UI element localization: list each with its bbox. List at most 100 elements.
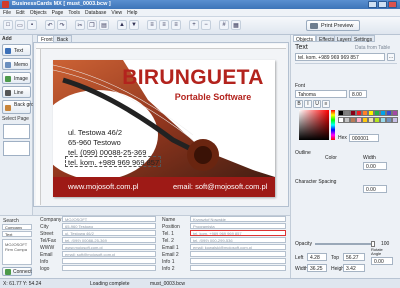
card-address-line[interactable]: 65-960 Testowo <box>68 138 121 147</box>
maximize-button[interactable] <box>378 1 387 8</box>
menu-view[interactable]: View <box>108 9 124 16</box>
menu-help[interactable]: Help <box>124 9 139 16</box>
add-image-button[interactable]: Image <box>2 72 31 84</box>
field-input[interactable]: Programista <box>190 223 286 229</box>
bold-icon[interactable]: B <box>295 100 303 108</box>
minimize-button[interactable] <box>368 1 377 8</box>
card-address-line[interactable]: ul. Testowa 46/2 <box>68 128 122 137</box>
menu-tools[interactable]: Tools <box>65 9 82 16</box>
field-input[interactable]: ul. Testowa 46/2 <box>62 230 156 236</box>
field-input[interactable]: tel. (099) 000-299-536 <box>190 237 286 243</box>
add-line-button[interactable]: Line <box>2 86 31 98</box>
record-preview[interactable]: MOJOSOFT Firm Compa <box>2 239 32 265</box>
card-title[interactable]: BIRUNGUETA <box>113 66 273 90</box>
menu-database[interactable]: Database <box>82 9 108 16</box>
status-bar: X: 61.77 Y: 54.24 Loading complete must_… <box>0 278 400 288</box>
tab-objects[interactable]: Objects <box>293 35 316 43</box>
edit-text-button[interactable]: … <box>387 53 395 61</box>
zoom-in-icon[interactable]: + <box>189 20 199 30</box>
copy-icon[interactable]: ❐ <box>87 20 97 30</box>
opacity-slider[interactable] <box>315 243 373 245</box>
height-input[interactable]: 3.42 <box>343 264 365 272</box>
save-icon[interactable]: ▪ <box>27 20 37 30</box>
field-input[interactable]: Krzysztof Nowakie <box>190 216 286 222</box>
field-input[interactable]: email: soft@mojosoft.com.pl <box>62 251 156 257</box>
underline-icon[interactable]: U <box>313 100 321 108</box>
align-left-icon[interactable]: ≡ <box>322 100 330 108</box>
menu-page[interactable]: Page <box>49 9 66 16</box>
menu-file[interactable]: File <box>0 9 13 16</box>
field-input[interactable] <box>62 265 156 271</box>
undo-icon[interactable]: ↶ <box>45 20 55 30</box>
top-input[interactable]: 56.27 <box>343 253 365 261</box>
field-input[interactable] <box>190 251 286 257</box>
database-icon[interactable]: ▦ <box>231 20 241 30</box>
field-label: Email 2 <box>162 252 179 258</box>
add-memo-button[interactable]: Memo <box>2 58 31 70</box>
font-select[interactable]: Tahoma <box>295 90 347 98</box>
color-swatch[interactable] <box>392 110 398 116</box>
connect-button[interactable]: Connect <box>2 267 32 276</box>
data-from-table-checkbox[interactable]: Data from Table <box>355 45 390 51</box>
send-back-icon[interactable]: ▼ <box>129 20 139 30</box>
italic-icon[interactable]: I <box>304 100 312 108</box>
tab-settings[interactable]: Settings <box>351 35 376 43</box>
field-input[interactable]: www.mojosoft.com.pl <box>62 244 156 250</box>
field-input[interactable] <box>62 258 156 264</box>
field-input[interactable]: MOJOSOFT <box>62 216 156 222</box>
business-card[interactable]: BIRUNGUETA Portable Software ul. Testowa… <box>53 60 275 197</box>
rotate-input[interactable]: 0.00 <box>371 257 393 265</box>
open-icon[interactable]: ▭ <box>15 20 25 30</box>
add-background-button[interactable]: Back ground <box>2 100 42 114</box>
search-input[interactable]: Text <box>2 231 32 237</box>
field-label: Info 2 <box>162 266 175 272</box>
status-state: Loading complete <box>90 281 130 287</box>
card-email[interactable]: email: soft@mojosoft.com.pl <box>173 182 267 191</box>
left-input[interactable]: 4.28 <box>307 253 327 261</box>
left-label: Left <box>295 255 304 261</box>
toolbar: □ ▭ ▪ ↶ ↷ ✂ ❐ ▤ ▲ ▼ ≡ ≡ ≡ + − # ▦ Print … <box>0 17 400 35</box>
menu-objects[interactable]: Objects <box>27 9 49 16</box>
align-left-icon[interactable]: ≡ <box>147 20 157 30</box>
field-label: Info <box>40 259 49 265</box>
grid-icon[interactable]: # <box>219 20 229 30</box>
color-swatch[interactable] <box>392 117 398 123</box>
connect-label: Connect <box>13 269 32 275</box>
print-preview-button[interactable]: Print Preview <box>306 20 360 31</box>
field-input[interactable] <box>190 258 286 264</box>
paste-icon[interactable]: ▤ <box>99 20 109 30</box>
field-input[interactable]: email: kowalski@mojosoft.com.pl <box>190 244 286 250</box>
width-input[interactable]: 36.25 <box>307 264 327 272</box>
field-input[interactable] <box>190 265 286 271</box>
redo-icon[interactable]: ↷ <box>57 20 67 30</box>
bring-front-icon[interactable]: ▲ <box>117 20 127 30</box>
field-label: Position <box>162 224 180 230</box>
outline-width-input[interactable]: 0.00 <box>363 162 387 170</box>
add-text-button[interactable]: Text <box>2 44 31 56</box>
zoom-out-icon[interactable]: − <box>201 20 211 30</box>
selection-box[interactable] <box>65 156 161 167</box>
close-button[interactable] <box>388 1 397 8</box>
field-input[interactable]: tel. (099) 00088-25-369 <box>62 237 156 243</box>
hex-input[interactable]: 000001 <box>349 134 379 142</box>
card-subtitle[interactable]: Portable Software <box>153 92 273 102</box>
field-input[interactable]: 65-960 Testowo <box>62 223 156 229</box>
page-thumbnail-front[interactable] <box>3 124 30 139</box>
new-icon[interactable]: □ <box>3 20 13 30</box>
card-website[interactable]: www.mojosoft.com.pl <box>68 182 138 191</box>
text-value-input[interactable]: tel. kom. +989 969 969 857 <box>295 53 385 61</box>
hue-slider[interactable] <box>331 110 335 140</box>
cut-icon[interactable]: ✂ <box>75 20 85 30</box>
color-spectrum[interactable] <box>299 110 329 140</box>
menu-edit[interactable]: Edit <box>13 9 27 16</box>
rotate-label: Rotate Angle <box>371 247 383 256</box>
field-input-selected[interactable]: tel. kom. +989 969 969 857 <box>190 230 286 236</box>
align-center-icon[interactable]: ≡ <box>159 20 169 30</box>
font-size-input[interactable]: 8.00 <box>349 90 367 98</box>
field-label: City <box>40 224 49 230</box>
char-spacing-input[interactable]: 0.00 <box>363 185 387 193</box>
align-right-icon[interactable]: ≡ <box>171 20 181 30</box>
page-thumbnail-back[interactable] <box>3 141 30 156</box>
search-field-select[interactable]: Company <box>2 224 32 230</box>
tab-back[interactable]: Back <box>53 35 73 43</box>
